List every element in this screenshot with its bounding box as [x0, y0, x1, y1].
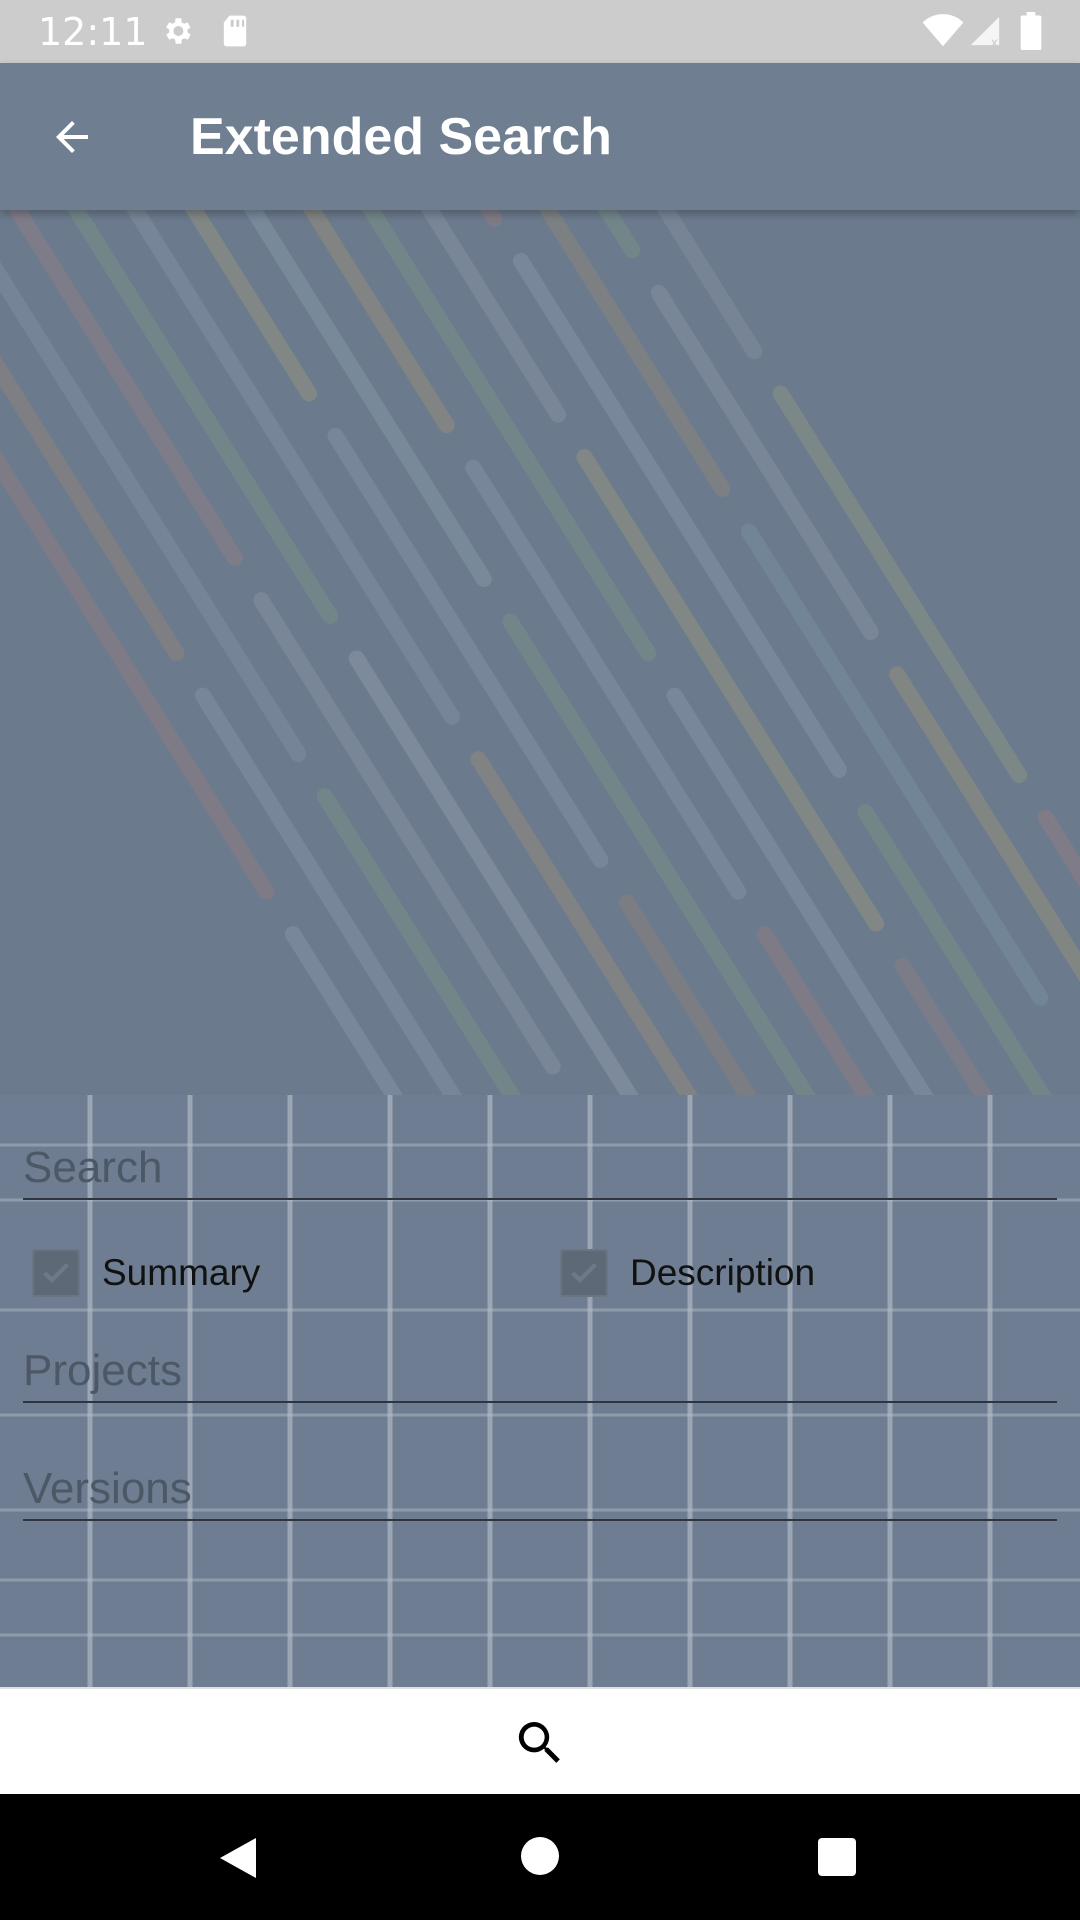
projects-underline [23, 1401, 1057, 1403]
back-triangle-icon[interactable] [216, 1834, 260, 1882]
search-icon [518, 1722, 560, 1763]
header-image [0, 210, 1080, 1095]
description-label: Description [630, 1252, 816, 1293]
status-time: 12:11 [38, 10, 148, 54]
home-circle-icon[interactable] [520, 1836, 560, 1876]
description-checkbox-row[interactable]: Description [560, 1243, 815, 1303]
status-bar: 12:11 x [0, 0, 1080, 63]
page-title: Extended Search [190, 108, 612, 166]
bottom-action-bar [0, 1687, 1080, 1796]
summary-checkbox-row[interactable]: Summary [32, 1243, 260, 1303]
versions-underline [23, 1519, 1057, 1521]
checkmark-icon [571, 1262, 597, 1284]
settings-icon [160, 14, 194, 53]
search-button[interactable] [510, 1713, 570, 1773]
search-field[interactable] [23, 1140, 1057, 1200]
search-form: Summary Description [0, 1095, 1080, 1687]
battery-icon [1020, 12, 1042, 55]
checkmark-icon [43, 1262, 69, 1284]
app-bar: Extended Search [0, 63, 1080, 210]
projects-field[interactable] [23, 1343, 1057, 1403]
versions-field[interactable] [23, 1461, 1057, 1521]
search-input[interactable] [23, 1140, 1057, 1196]
cell-signal-icon: x [968, 14, 1002, 53]
summary-label: Summary [102, 1252, 261, 1293]
versions-input[interactable] [23, 1461, 1057, 1517]
search-underline [23, 1198, 1057, 1200]
wifi-icon [922, 14, 964, 53]
description-checkbox[interactable] [560, 1249, 608, 1297]
system-nav-bar [0, 1794, 1080, 1920]
svg-text:x: x [991, 36, 999, 48]
back-button[interactable] [34, 99, 110, 175]
code-background-image [0, 210, 1080, 1095]
projects-input[interactable] [23, 1343, 1057, 1399]
arrow-left-icon [56, 121, 88, 153]
sd-card-icon [221, 14, 249, 53]
summary-checkbox[interactable] [32, 1249, 80, 1297]
recents-square-icon[interactable] [817, 1837, 857, 1877]
